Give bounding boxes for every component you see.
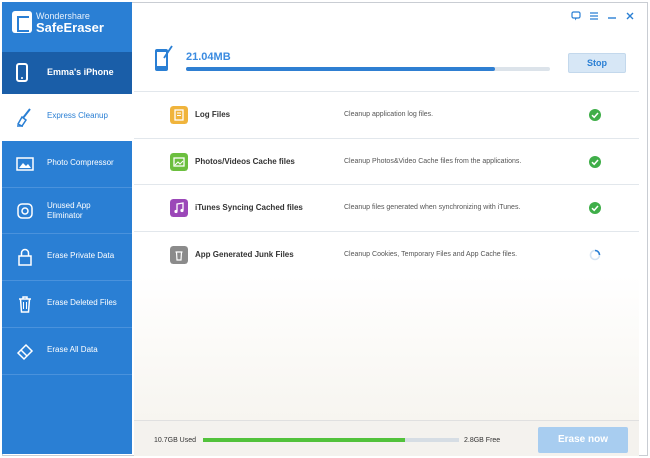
check-icon [589, 109, 601, 121]
menu-icon[interactable] [588, 10, 600, 22]
item-description: Cleanup files generated when synchronizi… [344, 204, 521, 211]
erase-now-button[interactable]: Erase now [538, 427, 628, 453]
device-name: Emma's iPhone [47, 67, 114, 77]
content-area [134, 275, 639, 420]
app-icon [17, 202, 33, 219]
lock-icon [18, 249, 32, 267]
list-item: iTunes Syncing Cached files Cleanup file… [134, 184, 639, 231]
sidebar-item-photo-compressor[interactable]: Photo Compressor [2, 141, 132, 188]
list-item: Log Files Cleanup application log files. [134, 91, 639, 138]
item-description: Cleanup Photos&Video Cache files from th… [344, 157, 522, 165]
photo-video-icon [170, 152, 188, 171]
sidebar-item-erase-deleted-files[interactable]: Erase Deleted Files [2, 281, 132, 328]
sidebar-item-erase-private-data[interactable]: Erase Private Data [2, 234, 132, 282]
check-icon [589, 155, 601, 168]
storage-footer: 10.7GB Used 2.8GB Free Erase now [134, 420, 639, 456]
item-name: Log Files [195, 110, 231, 119]
storage-bar [203, 438, 459, 442]
cleanup-list: Log Files Cleanup application log files.… [134, 91, 639, 277]
cleaned-size: 21.04MB [186, 51, 231, 63]
minimize-icon[interactable] [606, 10, 618, 22]
close-icon[interactable] [624, 10, 636, 22]
broom-icon [16, 108, 31, 127]
storage-used: 10.7GB Used [154, 437, 197, 444]
storage-bar-fill [203, 438, 406, 442]
sidebar-item-label: Erase Deleted Files [47, 298, 117, 308]
stop-button[interactable]: Stop [568, 53, 626, 73]
item-description: Cleanup application log files. [344, 111, 434, 118]
music-note-icon [170, 199, 188, 217]
sidebar-item-label: Erase All Data [47, 344, 98, 354]
sidebar-item-label: Unused App Eliminator [47, 200, 91, 220]
brand: Wondershare SafeEraser [2, 2, 132, 50]
loading-spinner-icon [589, 249, 601, 260]
sidebar-item-label: Express Cleanup [47, 111, 108, 120]
item-name: App Generated Junk Files [195, 249, 294, 259]
storage-free: 2.8GB Free [464, 437, 501, 444]
scan-progress-bar [186, 67, 550, 71]
device-selector[interactable]: Emma's iPhone [2, 52, 132, 94]
log-file-icon [170, 106, 188, 124]
sidebar-item-label: Erase Private Data [47, 251, 115, 261]
sidebar-item-unused-app-eliminator[interactable]: Unused App Eliminator [2, 188, 132, 235]
sidebar-item-express-cleanup[interactable]: Express Cleanup [2, 94, 132, 141]
list-item: Photos/Videos Cache files Cleanup Photos… [134, 137, 639, 185]
junk-files-icon [170, 245, 188, 264]
safeeraser-logo-icon [12, 11, 32, 33]
item-name: Photos/Videos Cache files [195, 156, 295, 166]
list-item: App Generated Junk Files Cleanup Cookies… [134, 230, 639, 277]
sidebar-item-label: Photo Compressor [47, 157, 114, 167]
speech-bubble-icon[interactable] [570, 10, 582, 22]
phone-cleaning-icon [155, 45, 173, 71]
phone-icon [16, 63, 28, 82]
item-description: Cleanup Cookies, Temporary Files and App… [344, 250, 518, 258]
scan-progress-fill [186, 67, 496, 71]
check-icon [589, 202, 601, 214]
trash-icon [19, 296, 31, 313]
window-controls [570, 10, 636, 22]
item-name: iTunes Syncing Cached files [195, 203, 303, 212]
image-icon [16, 157, 34, 171]
sidebar: Wondershare SafeEraser Emma's iPhone Exp… [2, 2, 132, 454]
eraser-icon [16, 343, 34, 361]
sidebar-nav: Express Cleanup Photo Compressor Unused … [2, 94, 132, 375]
brand-name: SafeEraser [36, 20, 104, 35]
sidebar-item-erase-all-data[interactable]: Erase All Data [2, 328, 132, 375]
scan-progress-header: 21.04MB Stop [134, 40, 639, 90]
